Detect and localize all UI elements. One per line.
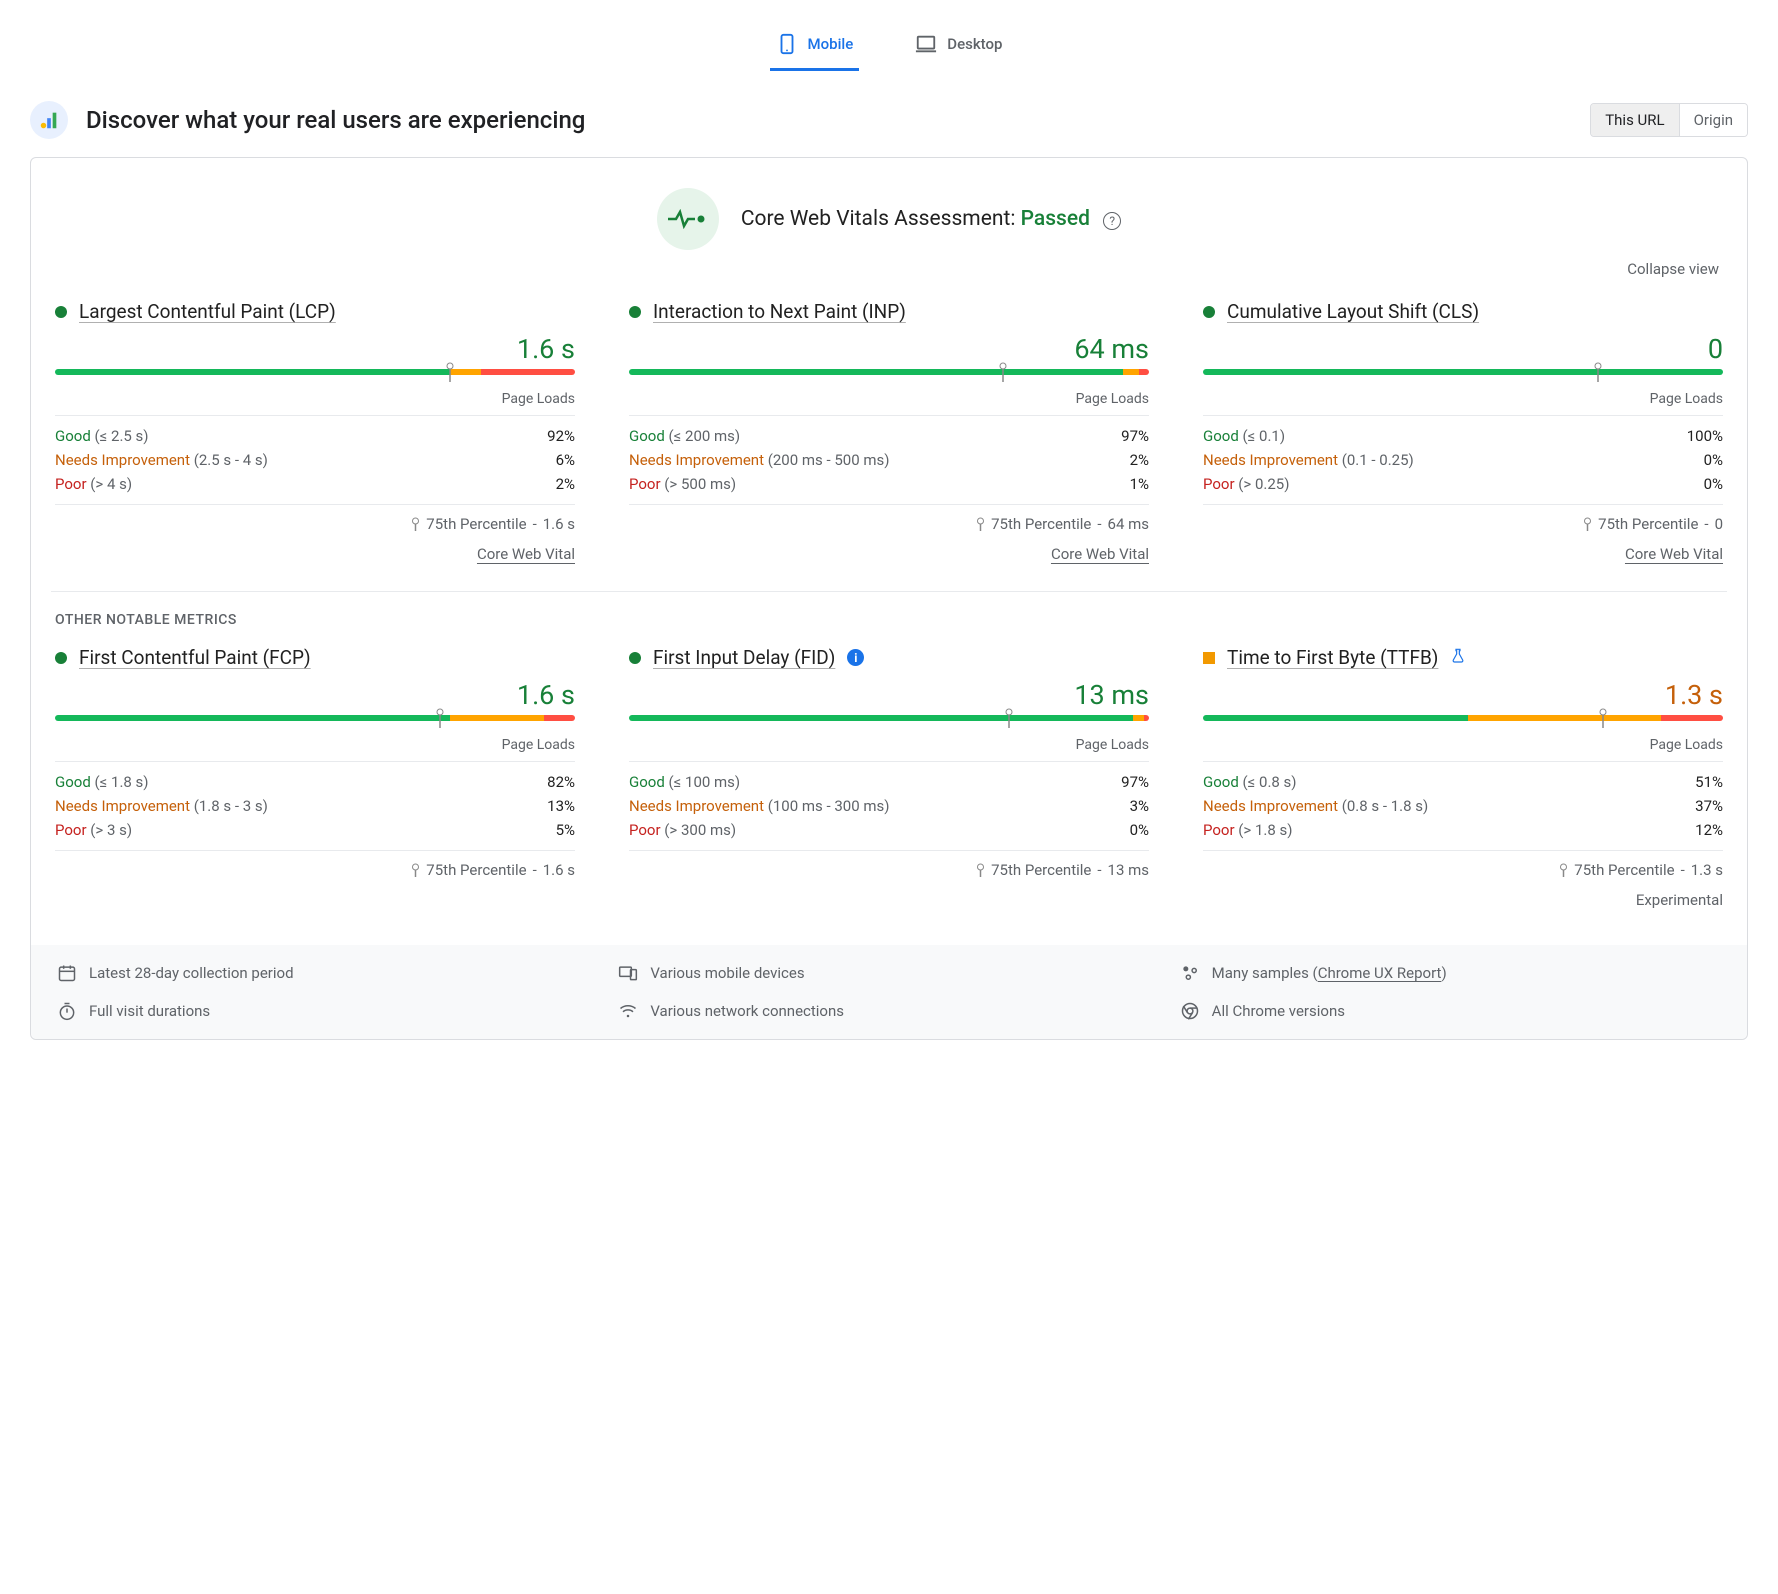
metric-title[interactable]: First Contentful Paint (FCP)	[79, 646, 311, 669]
toggle-origin[interactable]: Origin	[1680, 104, 1747, 136]
tab-desktop[interactable]: Desktop	[909, 20, 1008, 71]
metric-value: 1.6 s	[55, 679, 575, 711]
metric-inp: Interaction to Next Paint (INP) 64 ms Pa…	[629, 300, 1149, 563]
info-icon[interactable]: i	[847, 649, 864, 666]
wifi-icon	[618, 1001, 638, 1021]
page-title: Discover what your real users are experi…	[86, 106, 585, 134]
percentile-row: 75th Percentile-1.6 s	[55, 850, 575, 879]
samples-icon	[1180, 963, 1200, 983]
distribution-bar	[1203, 715, 1723, 731]
core-metrics: Largest Contentful Paint (LCP) 1.6 s Pag…	[51, 300, 1727, 592]
stopwatch-icon	[57, 1001, 77, 1021]
flask-icon[interactable]	[1450, 648, 1466, 668]
metric-cls: Cumulative Layout Shift (CLS) 0 Page Loa…	[1203, 300, 1723, 563]
core-web-vital-link[interactable]: Core Web Vital	[1051, 545, 1149, 563]
mobile-icon	[776, 30, 798, 58]
metric-ttfb: Time to First Byte (TTFB) 1.3 s Page Loa…	[1203, 646, 1723, 909]
distribution-bar	[1203, 369, 1723, 385]
percentile-marker	[1599, 708, 1608, 728]
footer: Latest 28-day collection period Various …	[31, 945, 1747, 1039]
marker-icon	[976, 517, 985, 531]
metric-title[interactable]: First Input Delay (FID)	[653, 646, 835, 669]
crux-report-link[interactable]: Chrome UX Report	[1318, 964, 1442, 982]
percentile-row: 75th Percentile-13 ms	[629, 850, 1149, 879]
devices-icon	[618, 963, 638, 983]
footer-period: Latest 28-day collection period	[57, 963, 598, 983]
marker-icon	[411, 517, 420, 531]
metric-title[interactable]: Largest Contentful Paint (LCP)	[79, 300, 336, 323]
chrome-icon	[1180, 1001, 1200, 1021]
metric-value: 13 ms	[629, 679, 1149, 711]
assessment-label: Core Web Vitals Assessment:	[741, 207, 1021, 231]
percentile-marker	[435, 708, 444, 728]
field-data-panel: Core Web Vitals Assessment: Passed ? Col…	[30, 157, 1748, 1040]
percentile-marker	[446, 362, 455, 382]
toggle-this-url[interactable]: This URL	[1591, 104, 1679, 136]
other-metrics: First Contentful Paint (FCP) 1.6 s Page …	[51, 646, 1727, 909]
metric-value: 1.6 s	[55, 333, 575, 365]
metric-title[interactable]: Time to First Byte (TTFB)	[1227, 646, 1438, 669]
assessment-status: Passed	[1021, 207, 1090, 231]
tab-desktop-label: Desktop	[947, 35, 1002, 53]
header-icon	[30, 101, 68, 139]
metric-value: 1.3 s	[1203, 679, 1723, 711]
experimental-label: Experimental	[1203, 891, 1723, 909]
status-dot	[629, 652, 641, 664]
status-dot	[1203, 306, 1215, 318]
percentile-marker	[1594, 362, 1603, 382]
tab-mobile[interactable]: Mobile	[770, 20, 860, 71]
header: Discover what your real users are experi…	[30, 101, 1748, 139]
page-loads-label: Page Loads	[629, 391, 1149, 416]
pulse-icon	[657, 188, 719, 250]
footer-samples: Many samples (Chrome UX Report)	[1180, 963, 1721, 983]
metric-title[interactable]: Cumulative Layout Shift (CLS)	[1227, 300, 1479, 323]
distribution-bar	[629, 369, 1149, 385]
status-dot	[55, 652, 67, 664]
distribution-bar	[629, 715, 1149, 731]
assessment-text: Core Web Vitals Assessment: Passed ?	[741, 207, 1121, 231]
page-loads-label: Page Loads	[629, 737, 1149, 762]
status-dot	[55, 306, 67, 318]
marker-icon	[976, 863, 985, 877]
footer-devices: Various mobile devices	[618, 963, 1159, 983]
marker-icon	[411, 863, 420, 877]
page-loads-label: Page Loads	[55, 391, 575, 416]
footer-network: Various network connections	[618, 1001, 1159, 1021]
metric-lcp: Largest Contentful Paint (LCP) 1.6 s Pag…	[55, 300, 575, 563]
page-loads-label: Page Loads	[55, 737, 575, 762]
status-dot	[1203, 652, 1215, 664]
core-web-vital-link[interactable]: Core Web Vital	[477, 545, 575, 563]
metric-value: 64 ms	[629, 333, 1149, 365]
footer-durations: Full visit durations	[57, 1001, 598, 1021]
distribution-bar	[55, 369, 575, 385]
status-dot	[629, 306, 641, 318]
collapse-view[interactable]: Collapse view	[51, 260, 1727, 278]
scope-toggle: This URL Origin	[1590, 103, 1748, 137]
core-web-vital-link[interactable]: Core Web Vital	[1625, 545, 1723, 563]
percentile-marker	[1004, 708, 1013, 728]
footer-chrome: All Chrome versions	[1180, 1001, 1721, 1021]
page-loads-label: Page Loads	[1203, 737, 1723, 762]
marker-icon	[1583, 517, 1592, 531]
distribution-bar	[55, 715, 575, 731]
percentile-row: 75th Percentile-0	[1203, 504, 1723, 533]
metric-title[interactable]: Interaction to Next Paint (INP)	[653, 300, 906, 323]
calendar-icon	[57, 963, 77, 983]
metric-fcp: First Contentful Paint (FCP) 1.6 s Page …	[55, 646, 575, 909]
other-metrics-label: OTHER NOTABLE METRICS	[55, 612, 1727, 628]
page-loads-label: Page Loads	[1203, 391, 1723, 416]
tab-mobile-label: Mobile	[808, 35, 854, 53]
assessment-row: Core Web Vitals Assessment: Passed ?	[51, 188, 1727, 250]
device-tabs: Mobile Desktop	[30, 20, 1748, 71]
metric-value: 0	[1203, 333, 1723, 365]
percentile-row: 75th Percentile-1.6 s	[55, 504, 575, 533]
desktop-icon	[915, 30, 937, 58]
help-icon[interactable]: ?	[1103, 212, 1121, 230]
percentile-row: 75th Percentile-1.3 s	[1203, 850, 1723, 879]
metric-fid: First Input Delay (FID) i 13 ms Page Loa…	[629, 646, 1149, 909]
percentile-marker	[999, 362, 1008, 382]
percentile-row: 75th Percentile-64 ms	[629, 504, 1149, 533]
marker-icon	[1559, 863, 1568, 877]
